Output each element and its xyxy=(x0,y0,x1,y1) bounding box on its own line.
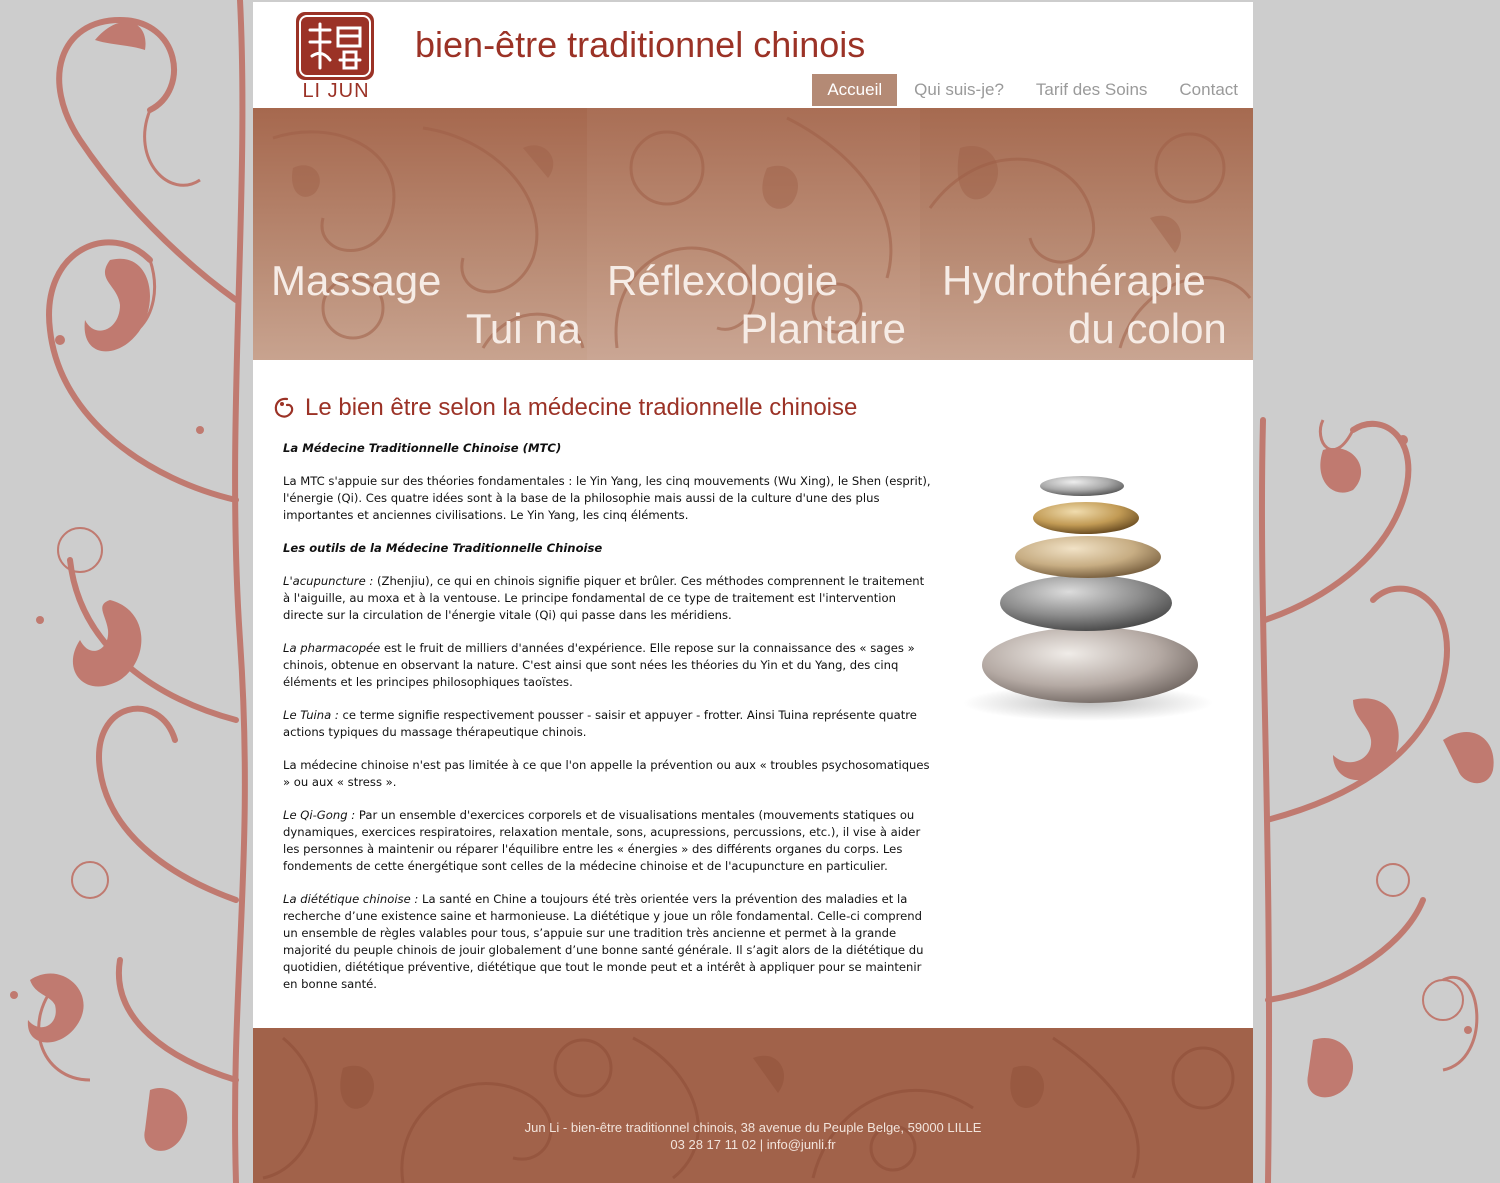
text-acupuncture: (Zhenjiu), ce qui en chinois signifie pi… xyxy=(283,574,925,622)
paragraph-acupuncture: L'acupuncture : (Zhenjiu), ce qui en chi… xyxy=(283,573,933,624)
term-tuina: Le Tuina : xyxy=(283,708,339,722)
text-dietetique: La santé en Chine a toujours été très or… xyxy=(283,892,924,991)
article-text: La Médecine Traditionnelle Chinoise (MTC… xyxy=(283,440,933,1009)
term-pharmacopee: La pharmacopée xyxy=(283,641,381,655)
section-heading: Le bien être selon la médecine tradionne… xyxy=(273,390,857,426)
paragraph-mtc: La MTC s'appuie sur des théories fondame… xyxy=(283,474,931,522)
banner-hydrotherapie-line2: du colon xyxy=(1068,305,1227,352)
paragraph-prevention: La médecine chinoise n'est pas limitée à… xyxy=(283,758,930,789)
term-acupuncture: L'acupuncture : xyxy=(283,574,374,588)
swirl-icon xyxy=(274,397,294,418)
text-qigong: Par un ensemble d'exercices corporels et… xyxy=(283,808,921,873)
main-nav: Accueil Qui suis-je? Tarif des Soins Con… xyxy=(810,74,1253,106)
nav-accueil[interactable]: Accueil xyxy=(812,74,898,106)
term-dietetique: La diététique chinoise : xyxy=(283,892,419,906)
footer-swirl-pattern xyxy=(262,1036,1235,1183)
left-ornament xyxy=(10,0,248,1183)
paragraph-tuina: Le Tuina : ce terme signifie respectivem… xyxy=(283,707,933,741)
site-header: LI JUN bien-être traditionnel chinois Ac… xyxy=(253,2,1253,108)
heading-mtc: La Médecine Traditionnelle Chinoise (MTC… xyxy=(283,441,562,455)
logo[interactable]: LI JUN xyxy=(293,12,379,104)
right-ornament xyxy=(1258,417,1494,1183)
site-title: bien-être traditionnel chinois xyxy=(415,24,866,65)
paragraph-dietetique: La diététique chinoise : La santé en Chi… xyxy=(283,891,933,993)
banner-hydrotherapie-line1: Hydrothérapie xyxy=(942,257,1206,304)
logo-text: LI JUN xyxy=(302,80,370,102)
banner-reflexologie-line2: Plantaire xyxy=(740,305,906,352)
banner-panel-massage[interactable]: Massage Tui na xyxy=(253,108,587,360)
paragraph-qigong: Le Qi-Gong : Par un ensemble d'exercices… xyxy=(283,807,933,875)
text-tuina: ce terme signifie respectivement pousser… xyxy=(283,708,917,739)
footer-address: Jun Li - bien-être traditionnel chinois,… xyxy=(524,1120,982,1135)
nav-qui-suis-je[interactable]: Qui suis-je? xyxy=(899,74,1019,106)
stacked-stones-image xyxy=(963,476,1213,721)
page-title: Le bien être selon la médecine tradionne… xyxy=(305,394,858,421)
nav-tarif-des-soins[interactable]: Tarif des Soins xyxy=(1021,74,1163,106)
banner-reflexologie-line1: Réflexologie xyxy=(607,257,839,304)
seal-icon xyxy=(296,12,374,80)
banner-massage-line2: Tui na xyxy=(465,305,581,352)
main-content: Le bien être selon la médecine tradionne… xyxy=(253,360,1253,1028)
term-qigong: Le Qi-Gong : xyxy=(283,808,356,822)
services-banner: Massage Tui na Réflexologie Plantaire Hy… xyxy=(253,108,1253,360)
banner-panel-reflexologie[interactable]: Réflexologie Plantaire xyxy=(587,108,920,360)
nav-contact[interactable]: Contact xyxy=(1164,74,1253,106)
page-container: LI JUN bien-être traditionnel chinois Ac… xyxy=(253,2,1253,1183)
site-footer: Jun Li - bien-être traditionnel chinois,… xyxy=(253,1028,1253,1183)
paragraph-pharmacopee: La pharmacopée est le fruit de milliers … xyxy=(283,640,933,691)
heading-outils: Les outils de la Médecine Traditionnelle… xyxy=(283,541,603,555)
footer-contact[interactable]: 03 28 17 11 02 | info@junli.fr xyxy=(253,1137,1253,1152)
banner-panel-hydrotherapie[interactable]: Hydrothérapie du colon xyxy=(920,108,1253,360)
banner-massage-line1: Massage xyxy=(271,257,442,304)
